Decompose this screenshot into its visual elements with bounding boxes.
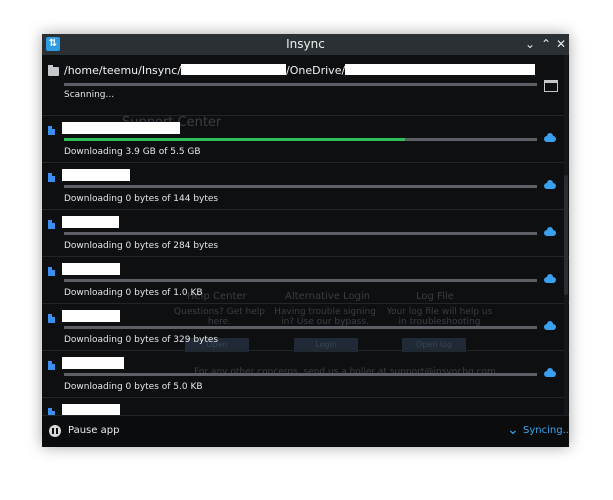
- open-folder-icon[interactable]: [544, 80, 558, 92]
- redacted-segment: [181, 64, 287, 75]
- insync-window: ⇅ Insync ⌄ ⌃ ✕ Support Center Help Cente…: [42, 34, 569, 447]
- download-status: Downloading 0 bytes of 329 bytes: [64, 335, 219, 345]
- file-icon: [48, 220, 55, 229]
- redacted-file-name: [62, 357, 124, 369]
- file-icon: [48, 173, 55, 182]
- minimize-button[interactable]: ⌄: [522, 35, 538, 53]
- maximize-button[interactable]: ⌃: [538, 35, 554, 53]
- sync-folder-row: /home/teemu/Insync/ /OneDrive/ Scanning..…: [42, 55, 569, 115]
- scrollbar-thumb[interactable]: [564, 175, 568, 295]
- footer-bar: Pause app ⌄ Syncing...: [42, 415, 569, 447]
- download-status: Downloading 0 bytes of 1.0 KB: [64, 288, 203, 298]
- download-status: Downloading 0 bytes of 284 bytes: [64, 241, 219, 251]
- file-icon: [48, 314, 55, 323]
- download-status: Downloading 0 bytes of 5.0 KB: [64, 382, 203, 392]
- scan-status: Scanning...: [64, 90, 115, 100]
- scan-progress-bar: [64, 83, 537, 86]
- chevron-down-icon: ⌄: [524, 37, 536, 51]
- path-prefix: /home/teemu/Insync/: [64, 64, 182, 77]
- chevron-down-icon[interactable]: ⌄: [507, 422, 519, 438]
- close-button[interactable]: ✕: [553, 35, 569, 53]
- cloud-icon[interactable]: [544, 180, 556, 189]
- download-progress-bar: [64, 279, 537, 282]
- chevron-up-icon: ⌃: [540, 37, 552, 51]
- file-row[interactable]: Downloading 0 bytes of 329 bytes: [42, 303, 569, 351]
- file-icon: [48, 267, 55, 276]
- cloud-icon[interactable]: [544, 133, 556, 142]
- cloud-icon[interactable]: [544, 227, 556, 236]
- sync-status[interactable]: Syncing...: [523, 425, 569, 436]
- scrollbar[interactable]: [564, 55, 568, 415]
- redacted-file-name: [62, 263, 120, 275]
- file-row[interactable]: Downloading 0 bytes of 1.0 KB: [42, 256, 569, 304]
- download-progress-fill: [64, 138, 405, 141]
- path-middle: /OneDrive/: [286, 64, 346, 77]
- file-row[interactable]: Downloading 0 bytes of 144 bytes: [42, 162, 569, 210]
- cloud-icon[interactable]: [544, 321, 556, 330]
- download-progress-bar: [64, 232, 537, 235]
- close-icon: ✕: [555, 37, 567, 51]
- pause-app-button[interactable]: Pause app: [68, 425, 119, 436]
- file-row[interactable]: Downloading 0 bytes of 284 bytes: [42, 209, 569, 257]
- download-status: Downloading 0 bytes of 144 bytes: [64, 194, 219, 204]
- redacted-file-name: [62, 216, 119, 228]
- sync-list: Support Center Help Center Questions? Ge…: [42, 55, 569, 424]
- download-status: Downloading 3.9 GB of 5.5 GB: [64, 147, 201, 157]
- download-progress-bar: [64, 138, 537, 141]
- folder-icon: [48, 65, 59, 76]
- sync-folder-path: /home/teemu/Insync/ /OneDrive/: [64, 64, 536, 77]
- file-row[interactable]: Downloading 3.9 GB of 5.5 GB: [42, 115, 569, 163]
- file-icon: [48, 126, 55, 135]
- title-bar[interactable]: ⇅ Insync ⌄ ⌃ ✕: [42, 34, 569, 55]
- file-row[interactable]: Downloading 0 bytes of 5.0 KB: [42, 350, 569, 398]
- window-title: Insync: [286, 37, 325, 51]
- download-progress-bar: [64, 185, 537, 188]
- redacted-file-name: [62, 122, 180, 134]
- cloud-icon[interactable]: [544, 368, 556, 377]
- cloud-icon[interactable]: [544, 274, 556, 283]
- redacted-file-name: [62, 310, 120, 322]
- redacted-file-name: [62, 169, 130, 181]
- file-icon: [48, 361, 55, 370]
- pause-icon[interactable]: [49, 425, 61, 437]
- redacted-segment: [345, 64, 536, 75]
- download-progress-bar: [64, 326, 537, 329]
- download-progress-bar: [64, 373, 537, 376]
